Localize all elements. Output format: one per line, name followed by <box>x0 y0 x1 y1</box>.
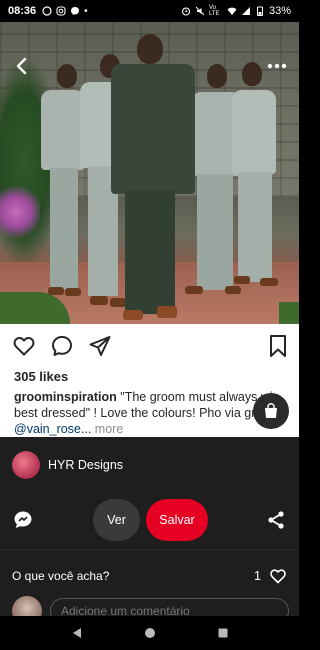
system-navigation-bar <box>0 616 299 650</box>
flowers <box>0 182 40 242</box>
dot-icon: • <box>84 5 88 17</box>
grass-right <box>279 302 299 324</box>
instagram-mention: @vain_rose <box>14 422 81 436</box>
share-button[interactable] <box>265 509 287 531</box>
comments-header: O que você acha? 1 <box>12 567 287 585</box>
instagram-caption: groominspiration "The groom must always … <box>14 389 284 437</box>
wifi-icon <box>227 7 237 15</box>
reaction-count: 1 <box>254 569 261 583</box>
instagram-username: groominspiration <box>14 390 117 404</box>
back-arrow-icon <box>16 57 27 75</box>
pin-action-row: Ver Salvar <box>0 497 299 543</box>
send-icon <box>89 336 111 356</box>
author-name[interactable]: HYR Designs <box>48 458 123 472</box>
network-label: Vo LTE <box>208 5 220 17</box>
comment-icon <box>52 336 72 356</box>
author-row[interactable]: HYR Designs <box>12 451 123 479</box>
heart-icon <box>13 337 35 356</box>
caption-ellipsis: ... <box>80 422 95 436</box>
mute-icon <box>195 6 205 16</box>
circle-home-icon <box>144 628 155 638</box>
salvar-button[interactable]: Salvar <box>146 499 208 541</box>
whatsapp-icon <box>42 6 52 16</box>
more-options-button[interactable] <box>265 56 289 76</box>
pin-image[interactable] <box>0 22 299 324</box>
screen: 08:36 • Vo LTE 33% 305 likes groominspir… <box>0 0 299 650</box>
back-button[interactable] <box>12 56 32 76</box>
comments-prompt: O que você acha? <box>12 569 110 583</box>
shopping-bag-icon <box>265 403 277 418</box>
messenger-icon <box>71 7 80 15</box>
status-time: 08:36 <box>8 5 37 17</box>
notification-icons: • <box>42 6 88 17</box>
more-dots-icon <box>267 63 287 69</box>
instagram-actions <box>12 334 112 358</box>
instagram-icon <box>56 6 66 16</box>
instagram-post-card: 305 likes groominspiration "The groom mu… <box>0 324 299 437</box>
groom <box>105 30 197 324</box>
battery-percent: 33% <box>268 5 291 17</box>
system-icons: Vo LTE 33% <box>181 5 291 17</box>
square-recents-icon <box>218 628 227 638</box>
triangle-back-icon <box>72 628 81 638</box>
author-avatar[interactable] <box>12 451 40 479</box>
reaction-heart-icon[interactable] <box>269 567 287 585</box>
speech-bubble-icon <box>14 511 32 528</box>
status-bar: 08:36 • Vo LTE 33% <box>0 0 299 22</box>
bookmark-icon <box>270 335 286 357</box>
ver-button[interactable]: Ver <box>93 499 140 541</box>
nav-home-button[interactable] <box>140 623 160 643</box>
instagram-more: more <box>94 422 124 436</box>
nav-recents-button[interactable] <box>213 623 233 643</box>
alarm-icon <box>181 7 191 16</box>
share-icon <box>268 511 284 529</box>
groomsman-4 <box>230 60 286 300</box>
nav-back-button[interactable] <box>67 623 87 643</box>
divider <box>0 549 299 550</box>
comment-button[interactable] <box>12 509 34 531</box>
instagram-likes: 305 likes <box>14 369 69 384</box>
battery-icon <box>256 6 263 16</box>
signal-icon <box>241 7 250 15</box>
shop-button[interactable] <box>253 393 289 429</box>
